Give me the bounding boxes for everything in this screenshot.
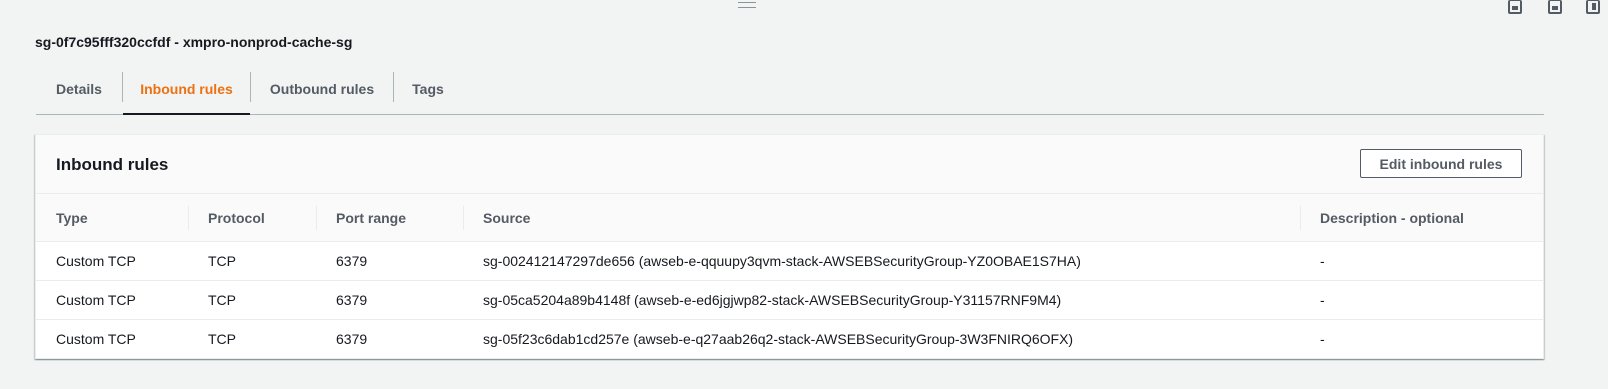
container-header: Inbound rules Edit inbound rules — [36, 135, 1543, 194]
cell-port-range: 6379 — [316, 280, 463, 320]
cell-port-range: 6379 — [336, 331, 368, 347]
cell-description: - — [1320, 331, 1325, 347]
split-panel: sg-0f7c95fff320ccfdf - xmpro-nonprod-cac… — [0, 0, 1608, 389]
tab-details[interactable]: Details — [36, 64, 122, 114]
column-header-type[interactable]: Type — [36, 194, 188, 242]
column-header-protocol[interactable]: Protocol — [188, 194, 316, 242]
column-header-port-range[interactable]: Port range — [316, 194, 463, 242]
cell-source: sg-05f23c6dab1cd257e (awseb-e-q27aab26q2… — [483, 331, 1074, 347]
page-title: sg-0f7c95fff320ccfdf - xmpro-nonprod-cac… — [35, 34, 353, 50]
tab-outbound-rules[interactable]: Outbound rules — [251, 64, 393, 114]
column-header-source[interactable]: Source — [463, 194, 1300, 242]
cell-description: - — [1300, 280, 1543, 320]
cell-type: Custom TCP — [56, 331, 136, 347]
container-title: Inbound rules — [56, 155, 169, 174]
panel-side-icon[interactable] — [1586, 0, 1600, 14]
cell-type: Custom TCP — [36, 280, 188, 320]
cell-type: Custom TCP — [36, 241, 188, 281]
table-row[interactable]: Custom TCP TCP 6379 sg-05ca5204a89b4148f… — [36, 280, 1543, 320]
drag-handle-icon[interactable] — [738, 2, 756, 8]
column-divider[interactable] — [316, 206, 317, 230]
edit-inbound-rules-button[interactable]: Edit inbound rules — [1360, 149, 1522, 178]
panel-bottom-icon[interactable] — [1508, 0, 1522, 14]
cell-protocol: TCP — [188, 280, 316, 320]
tab-bar: Details Inbound rules Outbound rules Tag… — [36, 64, 1544, 115]
inbound-rules-table: Type Protocol Port range Source Descript… — [36, 194, 1543, 358]
tab-tags[interactable]: Tags — [394, 64, 462, 114]
cell-protocol: TCP — [208, 331, 236, 347]
cell-port-range: 6379 — [316, 241, 463, 281]
column-header-description[interactable]: Description - optional — [1300, 194, 1543, 242]
column-divider[interactable] — [188, 206, 189, 230]
tab-inbound-rules[interactable]: Inbound rules — [123, 64, 250, 115]
table-header-row: Type Protocol Port range Source Descript… — [36, 194, 1543, 242]
column-divider[interactable] — [1300, 206, 1301, 230]
table-row[interactable]: Custom TCP TCP 6379 sg-05f23c6dab1cd257e… — [36, 320, 1543, 359]
column-divider[interactable] — [463, 206, 464, 230]
table-row[interactable]: Custom TCP TCP 6379 sg-002412147297de656… — [36, 241, 1543, 281]
cell-description: - — [1300, 241, 1543, 281]
cell-source: sg-002412147297de656 (awseb-e-qquupy3qvm… — [463, 241, 1300, 281]
cell-protocol: TCP — [188, 241, 316, 281]
cell-source: sg-05ca5204a89b4148f (awseb-e-ed6jgjwp82… — [463, 280, 1300, 320]
panel-bottom-alt-icon[interactable] — [1548, 0, 1562, 14]
inbound-rules-container: Inbound rules Edit inbound rules Type Pr… — [35, 134, 1544, 359]
